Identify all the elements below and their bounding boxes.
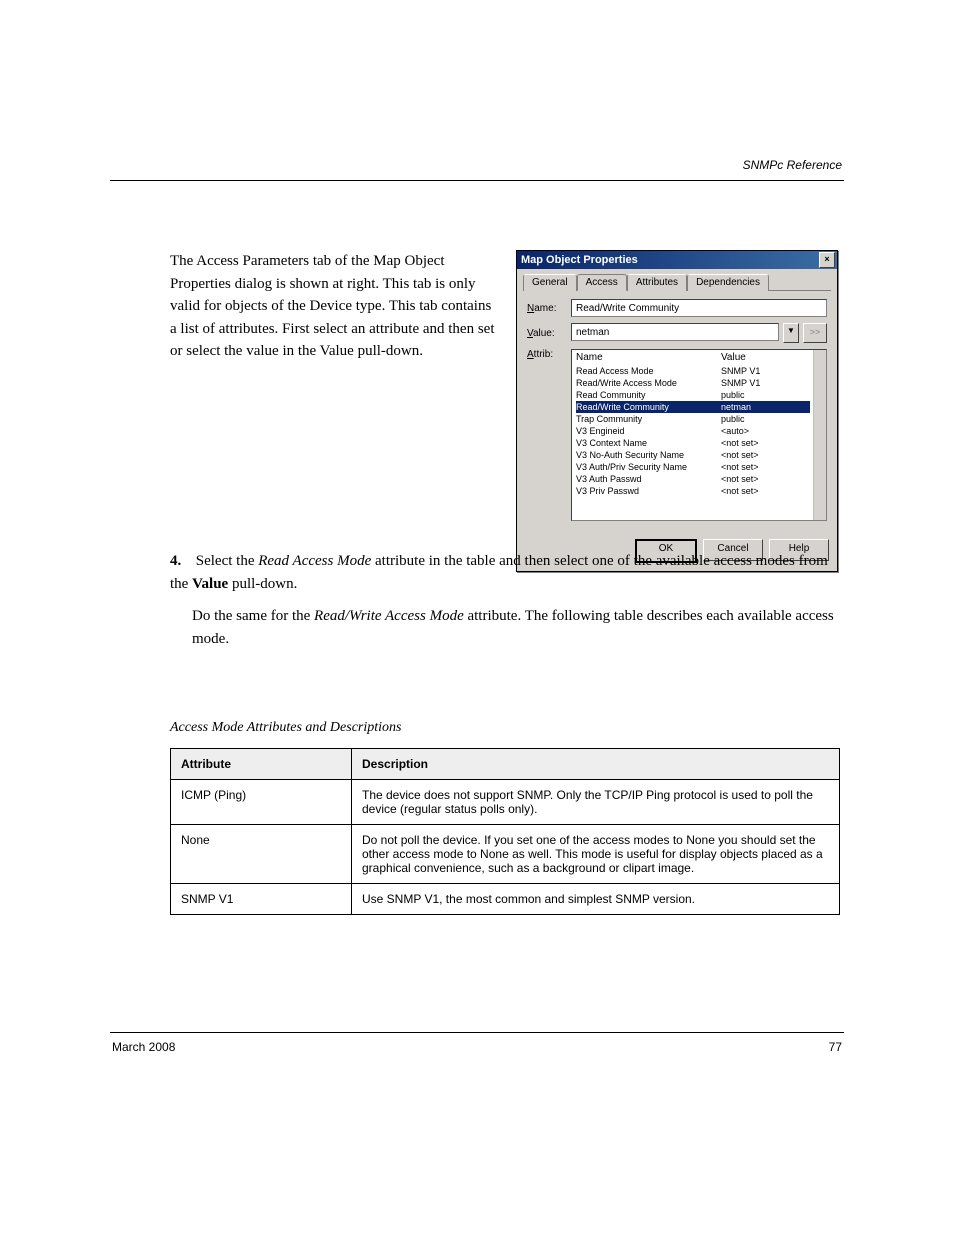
table-row: ICMP (Ping)The device does not support S…: [171, 780, 840, 825]
value-field[interactable]: [571, 323, 779, 341]
name-field[interactable]: [571, 299, 827, 317]
table-header-row: Attribute Description: [171, 749, 840, 780]
table-row: NoneDo not poll the device. If you set o…: [171, 825, 840, 884]
header-section-title: SNMPc Reference: [743, 158, 842, 172]
list-header: Name Value: [576, 352, 810, 365]
tab-attributes[interactable]: Attributes: [627, 274, 687, 291]
scrollbar[interactable]: [813, 350, 826, 520]
tab-access[interactable]: Access: [577, 274, 627, 291]
header-separator: [110, 180, 844, 181]
name-label: Name:: [527, 303, 571, 314]
expand-button[interactable]: >>: [803, 323, 827, 343]
chevron-down-icon[interactable]: ▼: [783, 323, 799, 343]
list-item[interactable]: Read/Write Access ModeSNMP V1: [576, 377, 810, 389]
step-4: 4. Select the Read Access Mode attribute…: [170, 550, 839, 651]
access-mode-table: Attribute Description ICMP (Ping)The dev…: [170, 748, 840, 915]
close-icon[interactable]: ×: [819, 252, 835, 268]
dialog-body: Name: Value: ▼ >> Attrib: Name Value: [517, 291, 837, 533]
list-item[interactable]: Trap Communitypublic: [576, 413, 810, 425]
list-item[interactable]: V3 No-Auth Security Name<not set>: [576, 449, 810, 461]
intro-paragraph: The Access Parameters tab of the Map Obj…: [170, 250, 500, 363]
table-row: SNMP V1Use SNMP V1, the most common and …: [171, 884, 840, 915]
dialog-title: Map Object Properties: [521, 254, 638, 266]
attributes-listbox[interactable]: Name Value Read Access ModeSNMP V1Read/W…: [571, 349, 827, 521]
tab-general[interactable]: General: [523, 274, 577, 291]
value-label: Value:: [527, 328, 571, 339]
list-item[interactable]: Read/Write Communitynetman: [576, 401, 810, 413]
map-object-properties-dialog: Map Object Properties × General Access A…: [516, 250, 838, 572]
list-item[interactable]: V3 Auth/Priv Security Name<not set>: [576, 461, 810, 473]
list-item[interactable]: V3 Engineid<auto>: [576, 425, 810, 437]
tab-dependencies[interactable]: Dependencies: [687, 274, 769, 291]
list-item[interactable]: V3 Priv Passwd<not set>: [576, 485, 810, 497]
list-item[interactable]: Read Access ModeSNMP V1: [576, 365, 810, 377]
col-attribute: Attribute: [171, 749, 352, 780]
footer-revision: March 2008: [112, 1040, 175, 1054]
footer-separator: [110, 1032, 844, 1033]
dialog-tabs: General Access Attributes Dependencies: [523, 273, 831, 291]
col-description: Description: [352, 749, 840, 780]
list-item[interactable]: V3 Context Name<not set>: [576, 437, 810, 449]
list-item[interactable]: Read Communitypublic: [576, 389, 810, 401]
attrib-label: Attrib:: [527, 349, 571, 360]
dialog-titlebar: Map Object Properties ×: [517, 251, 837, 269]
footer-page-number: 77: [829, 1040, 842, 1054]
list-item[interactable]: V3 Auth Passwd<not set>: [576, 473, 810, 485]
table-caption: Access Mode Attributes and Descriptions: [170, 720, 402, 736]
step-number: 4.: [170, 550, 192, 573]
